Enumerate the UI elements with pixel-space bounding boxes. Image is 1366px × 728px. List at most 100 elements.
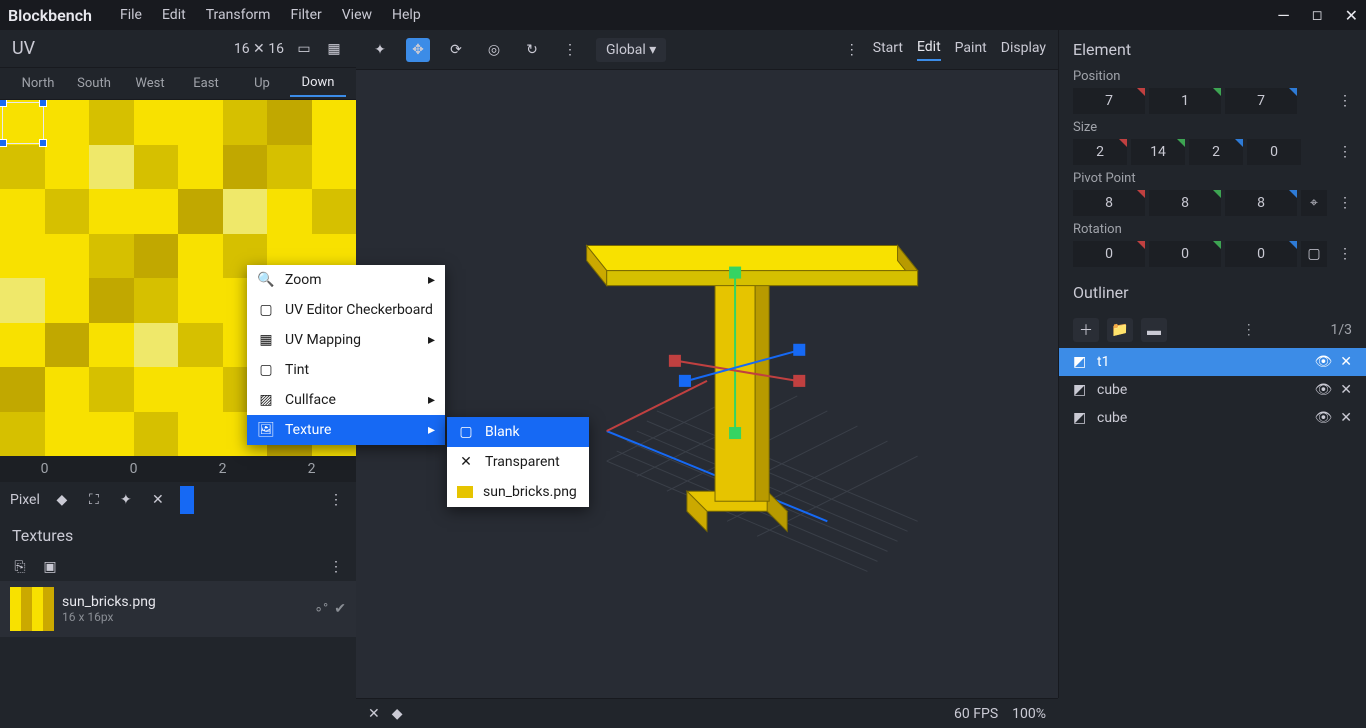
rotation-z[interactable]: 0 <box>1225 241 1297 267</box>
auto-uv-icon[interactable]: ✦ <box>116 490 136 510</box>
outliner-more-icon[interactable]: ⋮ <box>1242 322 1256 338</box>
particle-icon[interactable]: ∘° <box>314 601 328 617</box>
menu-view[interactable]: View <box>332 3 382 27</box>
ctx-cullface[interactable]: ▨Cullface▸ <box>247 385 445 415</box>
add-cube-icon[interactable]: ＋ <box>1073 318 1099 342</box>
outliner-item-name: t1 <box>1097 354 1109 370</box>
menu-filter[interactable]: Filter <box>280 3 331 27</box>
ctx-texture-blank[interactable]: ▢Blank <box>447 417 589 447</box>
uv-context-menu: 🔍Zoom▸ ▢UV Editor Checkerboard ▦UV Mappi… <box>247 265 445 445</box>
pivot-tool-icon[interactable]: ◎ <box>482 38 506 62</box>
uv-coord-x1[interactable]: 0 <box>0 456 89 482</box>
size-inflate[interactable]: 0 <box>1247 139 1301 165</box>
ctx-texture-transparent[interactable]: ✕Transparent <box>447 447 589 477</box>
brush-mode-label[interactable]: Pixel <box>10 490 40 510</box>
uv-selection[interactable] <box>2 102 44 144</box>
ctx-texture-file[interactable]: sun_bricks.png <box>447 477 589 507</box>
remove-icon[interactable]: ✕ <box>1340 382 1352 398</box>
x-icon: ✕ <box>457 454 475 470</box>
ctx-texture[interactable]: 🖼Texture▸ <box>247 415 445 445</box>
uv-window-icon[interactable]: ▭ <box>294 39 314 59</box>
position-y[interactable]: 1 <box>1149 88 1221 114</box>
visibility-icon[interactable]: 👁 <box>1314 354 1332 370</box>
uv-grid-icon[interactable]: ▦ <box>324 39 344 59</box>
textures-panel-title: Textures <box>0 518 356 553</box>
add-group-icon[interactable]: 📁 <box>1107 318 1133 342</box>
outliner-item[interactable]: ◩ cube 👁 ✕ <box>1059 404 1366 432</box>
pivot-z[interactable]: 8 <box>1225 190 1297 216</box>
texture-row[interactable]: sun_bricks.png 16 x 16px ∘° ✔ <box>0 581 356 637</box>
clear-icon[interactable]: ✕ <box>148 490 168 510</box>
element-panel-title: Element <box>1059 30 1366 69</box>
uv-more-icon[interactable]: ⋮ <box>326 490 346 510</box>
resize-tool-icon[interactable]: ⟳ <box>444 38 468 62</box>
saved-icon[interactable]: ✔ <box>334 601 346 617</box>
move-tool-icon[interactable]: ✥ <box>406 38 430 62</box>
position-z[interactable]: 7 <box>1225 88 1297 114</box>
color-swatch[interactable] <box>180 486 194 514</box>
position-x[interactable]: 7 <box>1073 88 1145 114</box>
pivot-y[interactable]: 8 <box>1149 190 1221 216</box>
outliner-item[interactable]: ◩ t1 👁✕ <box>1059 348 1366 376</box>
menu-edit[interactable]: Edit <box>152 3 196 27</box>
rotate-tool-icon[interactable]: ↻ <box>520 38 544 62</box>
create-texture-icon[interactable]: ▣ <box>40 557 60 577</box>
size-x[interactable]: 2 <box>1073 139 1127 165</box>
tool-more-icon[interactable]: ⋮ <box>558 38 582 62</box>
outliner-item-name: cube <box>1097 410 1127 426</box>
maximize-button[interactable]: ◻ <box>1312 8 1323 23</box>
ctx-uv-mapping[interactable]: ▦UV Mapping▸ <box>247 325 445 355</box>
size-more-icon[interactable]: ⋮ <box>1338 144 1352 160</box>
pivot-more-icon[interactable]: ⋮ <box>1338 195 1352 211</box>
outliner-item[interactable]: ◩ cube 👁✕ <box>1059 376 1366 404</box>
uv-tab-south[interactable]: South <box>66 71 122 96</box>
toggle-all-icon[interactable]: ▬ <box>1141 318 1167 342</box>
rescale-icon[interactable]: ▢ <box>1301 241 1327 267</box>
rotation-x[interactable]: 0 <box>1073 241 1145 267</box>
visibility-icon[interactable]: 👁 <box>1314 410 1332 426</box>
3d-viewport[interactable] <box>356 70 1058 698</box>
menu-file[interactable]: File <box>110 3 152 27</box>
mode-display[interactable]: Display <box>1001 40 1046 60</box>
position-more-icon[interactable]: ⋮ <box>1338 93 1352 109</box>
ctx-zoom[interactable]: 🔍Zoom▸ <box>247 265 445 295</box>
menu-help[interactable]: Help <box>382 3 431 27</box>
pivot-x[interactable]: 8 <box>1073 190 1145 216</box>
texture-size: 16 x 16px <box>62 610 156 624</box>
ctx-tint[interactable]: ▢Tint <box>247 355 445 385</box>
size-z[interactable]: 2 <box>1189 139 1243 165</box>
center-pivot-icon[interactable]: ⌖ <box>1301 190 1327 216</box>
uv-tab-west[interactable]: West <box>122 71 178 96</box>
visibility-icon[interactable]: 👁 <box>1314 382 1332 398</box>
mode-paint[interactable]: Paint <box>955 40 987 60</box>
uv-coord-y2[interactable]: 2 <box>267 456 356 482</box>
uv-coord-y1[interactable]: 0 <box>89 456 178 482</box>
magic-tool-icon[interactable]: ✦ <box>368 38 392 62</box>
mode-edit[interactable]: Edit <box>917 39 941 61</box>
size-y[interactable]: 14 <box>1131 139 1185 165</box>
cube-icon: ◩ <box>1073 410 1089 426</box>
import-texture-icon[interactable]: ⎘ <box>10 557 30 577</box>
fill-icon[interactable]: ◆ <box>52 490 72 510</box>
remove-icon[interactable]: ✕ <box>1340 354 1352 370</box>
minimize-button[interactable]: — <box>1277 6 1290 25</box>
uv-tab-down[interactable]: Down <box>290 70 346 97</box>
ctx-checkerboard[interactable]: ▢UV Editor Checkerboard <box>247 295 445 325</box>
rotation-y[interactable]: 0 <box>1149 241 1221 267</box>
fullscreen-icon[interactable]: ⛶ <box>84 490 104 510</box>
rotation-more-icon[interactable]: ⋮ <box>1338 246 1352 262</box>
close-preview-icon[interactable]: ✕ <box>368 706 380 722</box>
mode-start[interactable]: Start <box>873 40 903 60</box>
close-button[interactable]: ✕ <box>1345 6 1358 25</box>
uv-tab-north[interactable]: North <box>10 71 66 96</box>
uv-tab-up[interactable]: Up <box>234 71 290 96</box>
orientation-dropdown[interactable]: Global ▾ <box>596 38 666 62</box>
textures-more-icon[interactable]: ⋮ <box>326 557 346 577</box>
uv-coord-x2[interactable]: 2 <box>178 456 267 482</box>
modebar-more-icon[interactable]: ⋮ <box>845 42 859 58</box>
remove-icon[interactable]: ✕ <box>1340 410 1352 426</box>
uv-panel-title: UV <box>12 38 35 59</box>
uv-tab-east[interactable]: East <box>178 71 234 96</box>
layers-icon[interactable]: ◆ <box>392 706 403 722</box>
menu-transform[interactable]: Transform <box>196 3 281 27</box>
